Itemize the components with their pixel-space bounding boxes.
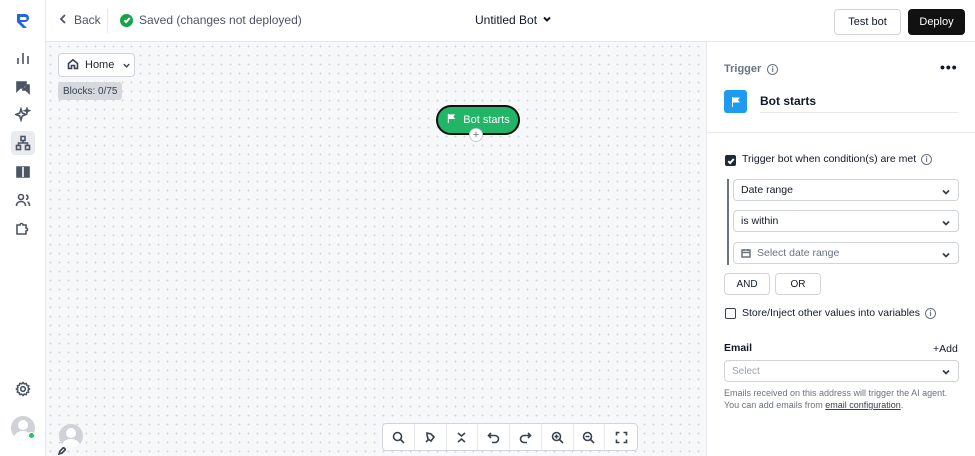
panel-section-header: Trigger i — [724, 63, 779, 75]
panel-section-label: Trigger — [724, 63, 762, 75]
chevron-down-icon — [942, 218, 950, 226]
calendar-icon — [741, 248, 751, 258]
online-status-dot — [28, 432, 35, 439]
zoom-in-icon[interactable] — [542, 424, 574, 450]
condition-checkbox-label: Trigger bot when condition(s) are met i — [742, 153, 933, 165]
condition-operator-value: is within — [741, 215, 779, 227]
test-bot-button[interactable]: Test bot — [834, 9, 901, 35]
save-status: Saved (changes not deployed) — [120, 13, 302, 27]
and-button[interactable]: AND — [724, 273, 770, 295]
flow-builder-icon[interactable] — [11, 131, 35, 155]
home-flow-dropdown[interactable]: Home — [58, 53, 135, 77]
topbar-divider — [107, 9, 108, 33]
flow-canvas[interactable]: Home Blocks: 0/75 Bot starts + — [46, 42, 706, 456]
email-select[interactable]: Select — [724, 360, 959, 382]
tickets-icon[interactable] — [11, 160, 35, 184]
redo-icon[interactable] — [510, 424, 542, 450]
add-block-button[interactable]: + — [469, 128, 483, 142]
deploy-button[interactable]: Deploy — [908, 9, 965, 35]
node-label: Bot starts — [463, 114, 510, 126]
zoom-out-icon[interactable] — [574, 424, 606, 450]
save-status-text: Saved (changes not deployed) — [139, 13, 302, 27]
contacts-icon[interactable] — [11, 188, 35, 212]
info-icon[interactable]: i — [921, 153, 933, 165]
flag-icon — [446, 113, 457, 127]
email-help-text: Emails received on this address will tri… — [724, 387, 964, 411]
condition-label-text: Trigger bot when condition(s) are met — [742, 153, 917, 165]
back-label: Back — [74, 13, 101, 27]
email-select-placeholder: Select — [732, 365, 760, 377]
auto-arrange-icon[interactable] — [415, 424, 447, 450]
chevron-left-icon — [58, 13, 68, 27]
check-circle-icon — [120, 13, 133, 27]
date-range-picker[interactable]: Select date range — [733, 242, 959, 264]
back-button[interactable]: Back — [58, 13, 101, 27]
top-bar: Back Saved (changes not deployed) Untitl… — [46, 0, 975, 42]
chevron-down-icon — [942, 250, 950, 258]
canvas-toolbar — [382, 423, 638, 451]
bot-name-dropdown[interactable]: Untitled Bot — [475, 13, 552, 27]
search-icon[interactable] — [383, 424, 415, 450]
help-text-end: . — [900, 400, 904, 410]
store-variables-checkbox[interactable] — [725, 308, 736, 319]
bot-name-label: Untitled Bot — [475, 13, 538, 27]
app-root: Back Saved (changes not deployed) Untitl… — [0, 0, 975, 456]
chevron-down-icon — [122, 61, 131, 70]
flag-icon — [724, 90, 747, 113]
email-configuration-link[interactable]: email configuration — [825, 400, 901, 410]
analytics-icon[interactable] — [11, 46, 35, 70]
store-label-text: Store/Inject other values into variables — [742, 307, 921, 319]
chevron-down-icon — [942, 368, 950, 379]
condition-operator-select[interactable]: is within — [733, 210, 959, 232]
email-label: Email — [724, 342, 753, 354]
title-underline — [760, 112, 958, 113]
settings-icon[interactable] — [11, 377, 35, 401]
fit-screen-icon[interactable] — [605, 424, 637, 450]
condition-group-bar — [727, 179, 729, 265]
home-icon — [67, 58, 79, 73]
undo-icon[interactable] — [478, 424, 510, 450]
condition-checkbox[interactable] — [725, 155, 736, 166]
trigger-settings-panel: Trigger i ••• Bot starts Trigger bot whe… — [706, 42, 975, 456]
condition-field-value: Date range — [741, 184, 793, 196]
app-logo-icon[interactable] — [14, 12, 32, 30]
blocks-count-badge: Blocks: 0/75 — [58, 82, 123, 100]
or-button[interactable]: OR — [775, 273, 821, 295]
add-email-link[interactable]: +Add — [933, 343, 958, 355]
chat-icon[interactable] — [11, 75, 35, 99]
left-nav-rail — [0, 0, 46, 456]
pencil-icon — [57, 442, 67, 456]
more-options-icon[interactable]: ••• — [940, 59, 958, 75]
info-icon[interactable]: i — [767, 63, 779, 75]
trigger-title[interactable]: Bot starts — [760, 94, 816, 108]
condition-field-select[interactable]: Date range — [733, 179, 959, 201]
panel-divider — [707, 132, 975, 133]
info-icon[interactable]: i — [925, 307, 937, 319]
integrations-icon[interactable] — [11, 216, 35, 240]
store-variables-label: Store/Inject other values into variables… — [742, 307, 937, 319]
ai-sparkle-icon[interactable] — [11, 103, 35, 127]
home-label: Home — [85, 59, 115, 71]
chevron-down-icon — [942, 187, 950, 195]
date-range-placeholder: Select date range — [757, 247, 840, 259]
chevron-down-icon — [542, 13, 552, 27]
collapse-icon[interactable] — [447, 424, 479, 450]
